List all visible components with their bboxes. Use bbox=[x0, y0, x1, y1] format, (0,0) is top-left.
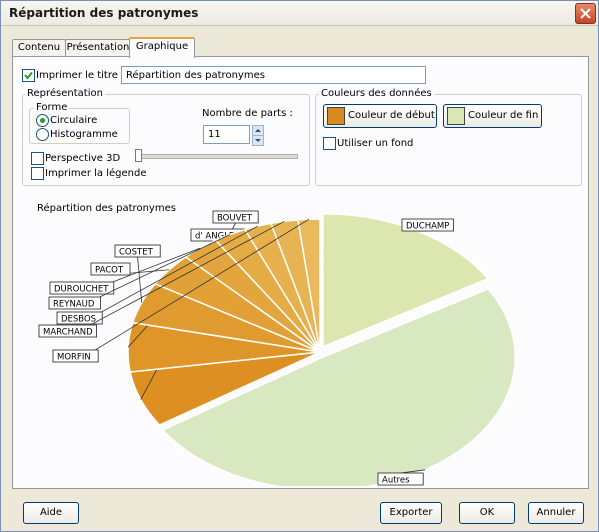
slice-label: BOUVET bbox=[217, 214, 253, 224]
print-legend-label: Imprimer la légende bbox=[45, 168, 147, 179]
spin-down-button[interactable] bbox=[252, 135, 264, 146]
pie-chart: BOUVETd' ANGLESCOSTETPACOTDUROUCHETREYNA… bbox=[38, 210, 516, 486]
slice-label: DUROUCHET bbox=[54, 285, 109, 295]
radio-histogramme-label: Histogramme bbox=[50, 129, 118, 140]
help-button[interactable]: Aide bbox=[23, 502, 79, 524]
pie-chart-area: Répartition des patronymes BOUVET d' ANGL… bbox=[13, 198, 587, 486]
close-icon bbox=[580, 8, 591, 19]
title-input[interactable]: Répartition des patronymes bbox=[121, 66, 426, 84]
radio-circulaire-label: Circulaire bbox=[50, 115, 98, 126]
window-title: Répartition des patronymes bbox=[9, 6, 199, 20]
start-color-swatch bbox=[327, 107, 345, 125]
tab-presentation[interactable]: Présentation bbox=[65, 39, 131, 56]
slice-label: DUCHAMP bbox=[406, 222, 449, 232]
ok-button[interactable]: OK bbox=[459, 502, 515, 524]
radio-circulaire[interactable] bbox=[36, 114, 49, 127]
perspective-slider[interactable] bbox=[136, 154, 298, 159]
colors-group-label: Couleurs des données bbox=[319, 88, 434, 99]
slice-label: PACOT bbox=[95, 266, 124, 276]
parts-count-label: Nombre de parts : bbox=[202, 108, 293, 119]
cancel-button[interactable]: Annuler bbox=[528, 502, 584, 524]
dialog-window: Répartition des patronymes Contenu Prése… bbox=[0, 0, 599, 532]
export-button[interactable]: Exporter bbox=[380, 502, 442, 524]
print-title-checkbox[interactable] bbox=[22, 69, 35, 82]
perspective-slider-thumb[interactable] bbox=[135, 149, 142, 162]
print-title-label: Imprimer le titre bbox=[36, 70, 118, 81]
representation-group-label: Représentation bbox=[25, 88, 105, 99]
end-color-swatch bbox=[447, 107, 465, 125]
start-color-label: Couleur de début bbox=[348, 110, 435, 121]
use-background-checkbox[interactable] bbox=[323, 137, 336, 150]
end-color-label: Couleur de fin bbox=[468, 110, 539, 121]
use-background-label: Utiliser un fond bbox=[337, 138, 414, 149]
slice-label: COSTET bbox=[119, 248, 154, 258]
slice-label: MORFIN bbox=[57, 353, 91, 363]
title-bar: Répartition des patronymes bbox=[1, 1, 598, 26]
perspective-3d-label: Perspective 3D bbox=[45, 153, 121, 164]
tab-contenu[interactable]: Contenu bbox=[12, 39, 66, 56]
close-button[interactable] bbox=[575, 3, 596, 24]
leader-line bbox=[137, 256, 143, 303]
tab-graphique[interactable]: Graphique bbox=[129, 37, 195, 58]
parts-count-input[interactable]: 11 bbox=[203, 125, 250, 144]
shape-group-label: Forme bbox=[34, 102, 70, 113]
print-legend-checkbox[interactable] bbox=[31, 167, 44, 180]
arrow-up-icon bbox=[255, 129, 261, 132]
radio-histogramme[interactable] bbox=[36, 128, 49, 141]
checkmark-icon bbox=[24, 71, 33, 80]
slice-label: REYNAUD bbox=[53, 300, 95, 310]
perspective-3d-checkbox[interactable] bbox=[31, 152, 44, 165]
arrow-down-icon bbox=[255, 139, 261, 142]
slice-label: Autres bbox=[382, 476, 410, 486]
slice-label: DESBOS bbox=[61, 315, 96, 325]
slice-label: MARCHAND bbox=[43, 328, 93, 338]
